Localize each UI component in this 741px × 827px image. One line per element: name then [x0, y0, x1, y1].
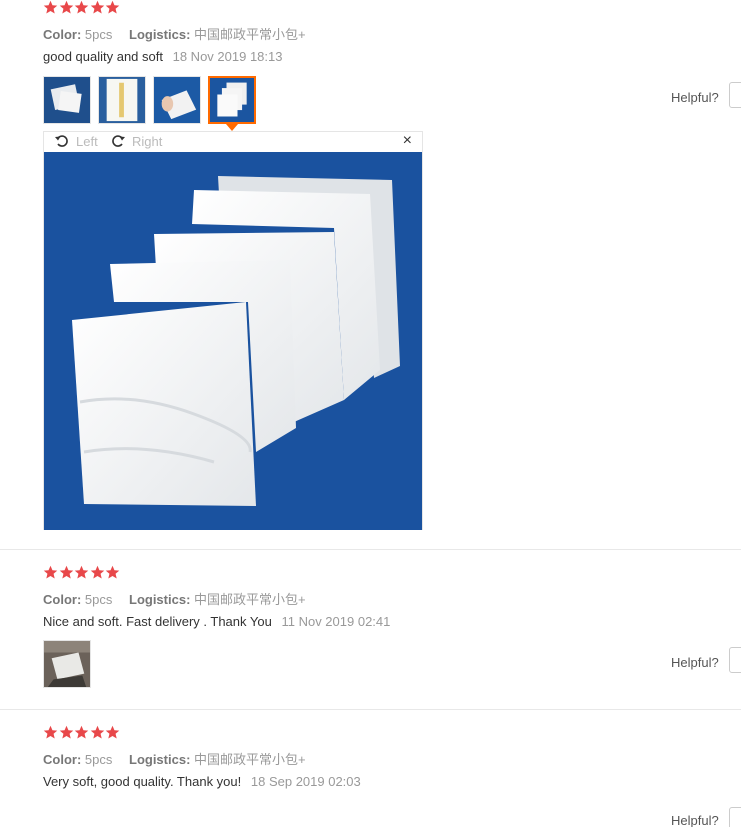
review-text-line: good quality and soft 18 Nov 2019 18:13 [43, 49, 282, 64]
helpful-label: Helpful? [671, 90, 719, 105]
logistics-value: 中国邮政平常小包+ [194, 27, 306, 42]
active-thumb-caret-icon [226, 124, 238, 131]
close-icon[interactable]: × [403, 132, 412, 150]
review-photo-thumb-4[interactable] [208, 76, 256, 124]
viewer-toolbar: Left Right × [44, 132, 422, 152]
color-key: Color: [43, 592, 82, 607]
star-icon [105, 565, 121, 581]
review-attributes: Color: 5pcs Logistics: 中国邮政平常小包+ [43, 24, 319, 43]
star-icon [59, 725, 75, 741]
review-attributes: Color: 5pcs Logistics: 中国邮政平常小包+ [43, 589, 319, 608]
review-date: 18 Sep 2019 02:03 [250, 774, 361, 789]
photo-icon [44, 77, 90, 123]
helpful-label: Helpful? [671, 813, 719, 827]
review-text-line: Very soft, good quality. Thank you! 18 S… [43, 774, 361, 789]
star-icon [74, 0, 90, 16]
photo-icon [44, 152, 422, 530]
star-rating [43, 0, 121, 16]
star-icon [90, 725, 106, 741]
rotate-left-label: Left [76, 134, 98, 149]
review-divider [0, 709, 741, 710]
review-text: Very soft, good quality. Thank you! [43, 774, 242, 789]
color-key: Color: [43, 27, 82, 42]
review-text: Nice and soft. Fast delivery . Thank You [43, 614, 272, 629]
image-viewer: Left Right × [43, 131, 423, 530]
review-photo-thumb-2[interactable] [98, 76, 146, 124]
star-icon [105, 0, 121, 16]
review-divider [0, 549, 741, 550]
star-icon [59, 565, 75, 581]
rotate-left-icon [55, 135, 68, 147]
logistics-key: Logistics: [129, 592, 191, 607]
star-icon [43, 0, 59, 16]
photo-icon [99, 77, 145, 123]
helpful-button[interactable] [729, 647, 741, 673]
review-photo-thumb-1[interactable] [43, 640, 91, 688]
helpful-label: Helpful? [671, 655, 719, 670]
photo-icon [210, 78, 254, 122]
color-key: Color: [43, 752, 82, 767]
logistics-key: Logistics: [129, 27, 191, 42]
logistics-value: 中国邮政平常小包+ [194, 752, 306, 767]
star-icon [90, 0, 106, 16]
reviews-page: Color: 5pcs Logistics: 中国邮政平常小包+ good qu… [0, 0, 741, 827]
photo-icon [44, 641, 90, 687]
star-icon [105, 725, 121, 741]
star-icon [43, 725, 59, 741]
helpful-button[interactable] [729, 82, 741, 108]
review-photo-thumb-3[interactable] [153, 76, 201, 124]
star-icon [74, 725, 90, 741]
color-value: 5pcs [84, 592, 113, 607]
photo-icon [154, 77, 200, 123]
logistics-key: Logistics: [129, 752, 191, 767]
star-icon [90, 565, 106, 581]
star-icon [74, 565, 90, 581]
rotate-left-button[interactable]: Left [54, 133, 98, 149]
review-attributes: Color: 5pcs Logistics: 中国邮政平常小包+ [43, 749, 319, 768]
review-text-line: Nice and soft. Fast delivery . Thank You… [43, 614, 390, 629]
star-icon [59, 0, 75, 16]
review-text: good quality and soft [43, 49, 163, 64]
helpful-button[interactable] [729, 807, 741, 827]
rotate-right-icon [112, 135, 125, 147]
star-rating [43, 725, 121, 741]
color-value: 5pcs [84, 752, 113, 767]
star-rating [43, 565, 121, 581]
enlarged-review-photo [44, 152, 422, 530]
rotate-right-button[interactable]: Right [110, 133, 162, 149]
color-value: 5pcs [84, 27, 113, 42]
rotate-right-label: Right [132, 134, 163, 149]
review-date: 11 Nov 2019 02:41 [281, 614, 391, 629]
review-date: 18 Nov 2019 18:13 [172, 49, 283, 64]
review-photo-thumb-1[interactable] [43, 76, 91, 124]
star-icon [43, 565, 59, 581]
logistics-value: 中国邮政平常小包+ [194, 592, 306, 607]
